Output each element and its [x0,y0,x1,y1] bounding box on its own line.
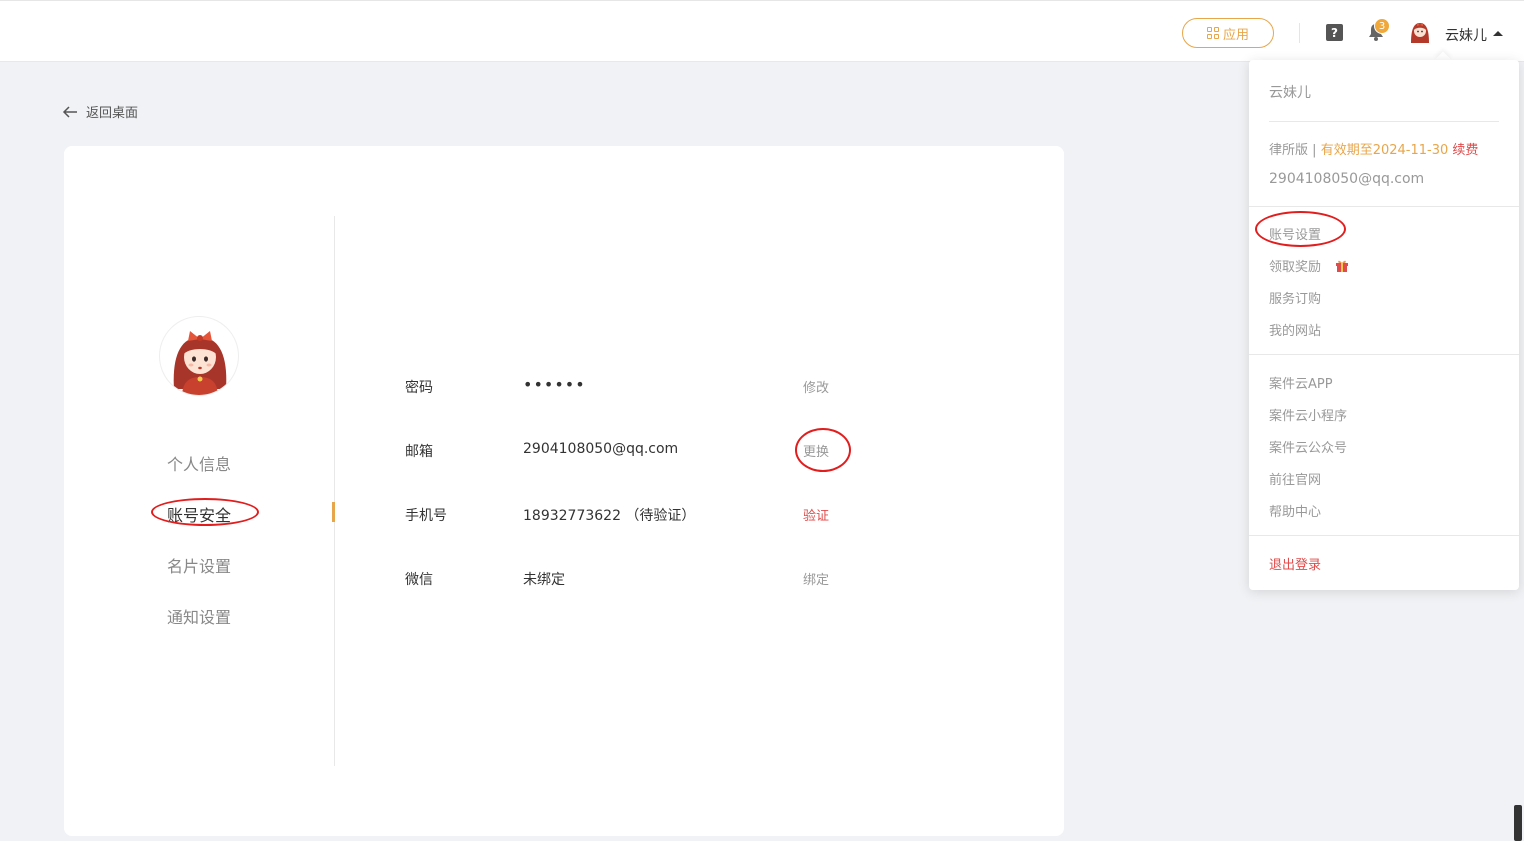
menu-item-account-settings[interactable]: 账号设置 [1269,224,1321,243]
wechat-value: 未绑定 [523,572,565,588]
edition-label: 律所版 [1269,143,1309,158]
menu-item-app[interactable]: 案件云APP [1269,373,1333,392]
verify-phone-link[interactable]: 验证 [803,505,829,524]
header-divider [1299,23,1300,43]
dropdown-divider [1269,121,1499,122]
dropdown-email: 2904108050@qq.com [1269,171,1425,187]
sidebar-item-account-security[interactable]: 账号安全 [124,502,274,526]
user-name[interactable]: 云妹儿 [1445,25,1487,45]
top-bar: 应用 ? 3 云妹儿 [0,0,1524,62]
email-value: 2904108050@qq.com [523,441,679,457]
dropdown-user-name: 云妹儿 [1269,85,1311,101]
phone-label: 手机号 [405,508,447,524]
renew-link[interactable]: 续费 [1452,143,1478,158]
menu-item-mini-program[interactable]: 案件云小程序 [1269,405,1347,424]
sidebar-item-notification-settings[interactable]: 通知设置 [124,604,274,628]
avatar-illustration [173,331,227,395]
account-settings-card: 个人信息 账号安全 名片设置 通知设置 密码 •••••• 修改 邮箱 2904… [64,146,1064,836]
sidebar-item-card-settings[interactable]: 名片设置 [124,553,274,577]
dropdown-divider [1249,206,1519,207]
sidebar-item-personal-info[interactable]: 个人信息 [124,451,274,475]
phone-value: 18932773622 （待验证） [523,508,696,524]
grid-icon [1206,27,1219,39]
apps-button-label: 应用 [1222,27,1249,43]
password-label: 密码 [405,380,433,396]
menu-item-my-website[interactable]: 我的网站 [1269,320,1321,339]
wechat-label: 微信 [405,572,433,588]
edition-info: 律所版 | 有效期至2024-11-30 续费 [1269,139,1478,158]
menu-item-rewards[interactable]: 领取奖励 [1269,256,1349,275]
user-avatar[interactable] [1407,19,1433,45]
user-dropdown-menu: 云妹儿 律所版 | 有效期至2024-11-30 续费 2904108050@q… [1249,60,1519,590]
dropdown-divider [1249,354,1519,355]
password-value: •••••• [523,375,586,394]
caret-up-icon[interactable] [1493,31,1503,36]
notification-badge: 3 [1374,18,1390,34]
bind-wechat-link[interactable]: 绑定 [803,569,829,588]
edition-separator: | [1312,143,1317,158]
menu-item-official-site[interactable]: 前往官网 [1269,469,1321,488]
arrow-left-icon [62,105,77,118]
menu-item-service-subscription[interactable]: 服务订购 [1269,288,1321,307]
back-to-desktop-link[interactable]: 返回桌面 [62,102,138,121]
active-indicator [332,502,335,522]
sidebar-divider [334,216,335,766]
gift-icon [1336,260,1349,272]
modify-password-link[interactable]: 修改 [803,377,829,396]
help-icon[interactable]: ? [1326,24,1343,41]
scrollbar-handle[interactable] [1514,805,1522,841]
apps-button[interactable]: 应用 [1182,18,1274,48]
email-label: 邮箱 [405,444,433,460]
profile-avatar[interactable] [159,316,239,396]
rewards-label: 领取奖励 [1269,260,1322,275]
change-email-link[interactable]: 更换 [803,441,829,460]
back-label: 返回桌面 [86,106,139,121]
logout-link[interactable]: 退出登录 [1269,554,1321,573]
dropdown-divider [1249,535,1519,536]
menu-item-help-center[interactable]: 帮助中心 [1269,501,1321,520]
menu-item-official-account[interactable]: 案件云公众号 [1269,437,1347,456]
expiry-date: 有效期至2024-11-30 [1320,143,1449,158]
